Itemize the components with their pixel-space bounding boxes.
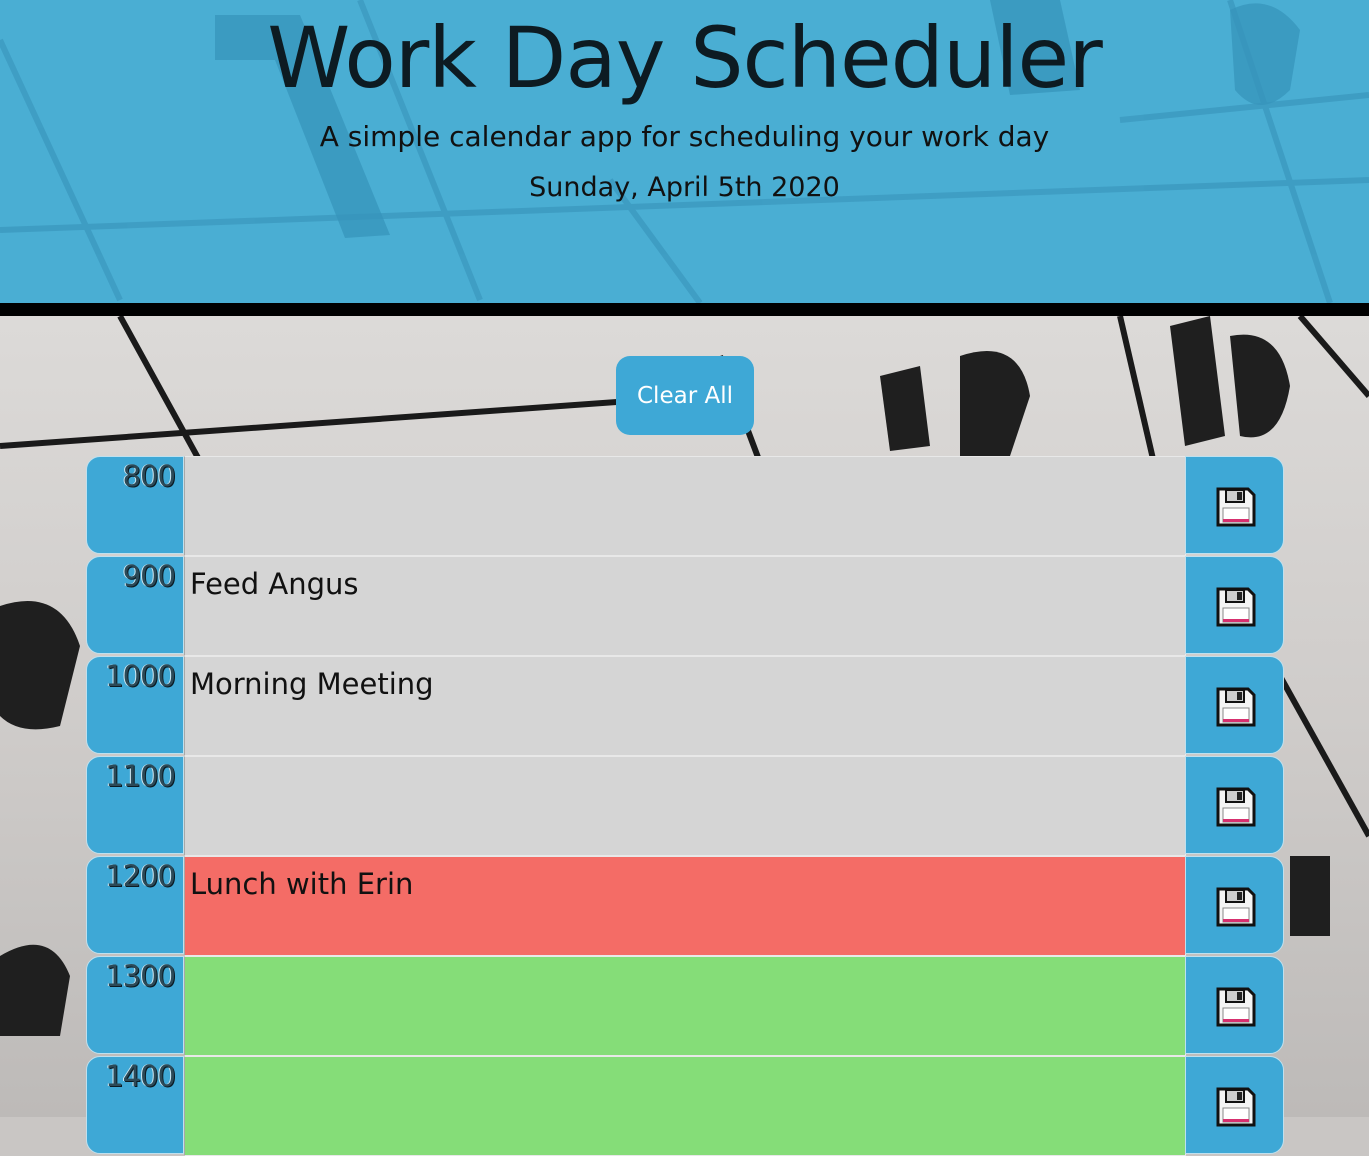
save-button[interactable] — [1185, 756, 1284, 854]
time-block-row: 1400 — [86, 1056, 1284, 1156]
hour-label: 1200 — [105, 859, 176, 893]
save-button[interactable] — [1185, 1056, 1284, 1154]
time-block-row: 1200 — [86, 856, 1284, 956]
page-title: Work Day Scheduler — [267, 9, 1103, 107]
hour-label-block: 1100 — [86, 756, 184, 854]
header-jumbotron: Work Day Scheduler A simple calendar app… — [0, 0, 1369, 303]
hour-label-block: 1300 — [86, 956, 184, 1054]
hour-label-block: 800 — [86, 456, 184, 554]
time-block-row: 1300 — [86, 956, 1284, 1056]
hour-label-block: 1000 — [86, 656, 184, 754]
hour-label-block: 900 — [86, 556, 184, 654]
event-description-input[interactable] — [184, 1056, 1186, 1156]
hour-label: 1300 — [105, 959, 176, 993]
event-description-input[interactable] — [184, 556, 1186, 656]
save-button[interactable] — [1185, 456, 1284, 554]
event-description-input[interactable] — [184, 956, 1186, 1056]
schedule-list: 800 900 1000 1100 1200 1300 1400 — [86, 456, 1284, 1156]
hour-label: 1000 — [105, 659, 176, 693]
header-divider — [0, 303, 1369, 316]
clear-all-button[interactable]: Clear All — [616, 356, 754, 435]
hour-label: 800 — [122, 459, 176, 493]
save-button[interactable] — [1185, 856, 1284, 954]
time-block-row: 900 — [86, 556, 1284, 656]
event-description-input[interactable] — [184, 756, 1186, 856]
save-button[interactable] — [1185, 956, 1284, 1054]
hour-label: 1400 — [105, 1059, 176, 1093]
time-block-row: 1100 — [86, 756, 1284, 856]
save-button[interactable] — [1185, 656, 1284, 754]
current-date: Sunday, April 5th 2020 — [529, 172, 840, 203]
hour-label: 1100 — [105, 759, 176, 793]
hour-label-block: 1400 — [86, 1056, 184, 1154]
hour-label: 900 — [122, 559, 176, 593]
time-block-row: 1000 — [86, 656, 1284, 756]
event-description-input[interactable] — [184, 656, 1186, 756]
page-subtitle: A simple calendar app for scheduling you… — [319, 120, 1050, 153]
time-block-row: 800 — [86, 456, 1284, 556]
hour-label-block: 1200 — [86, 856, 184, 954]
save-button[interactable] — [1185, 556, 1284, 654]
event-description-input[interactable] — [184, 456, 1186, 556]
event-description-input[interactable] — [184, 856, 1186, 956]
